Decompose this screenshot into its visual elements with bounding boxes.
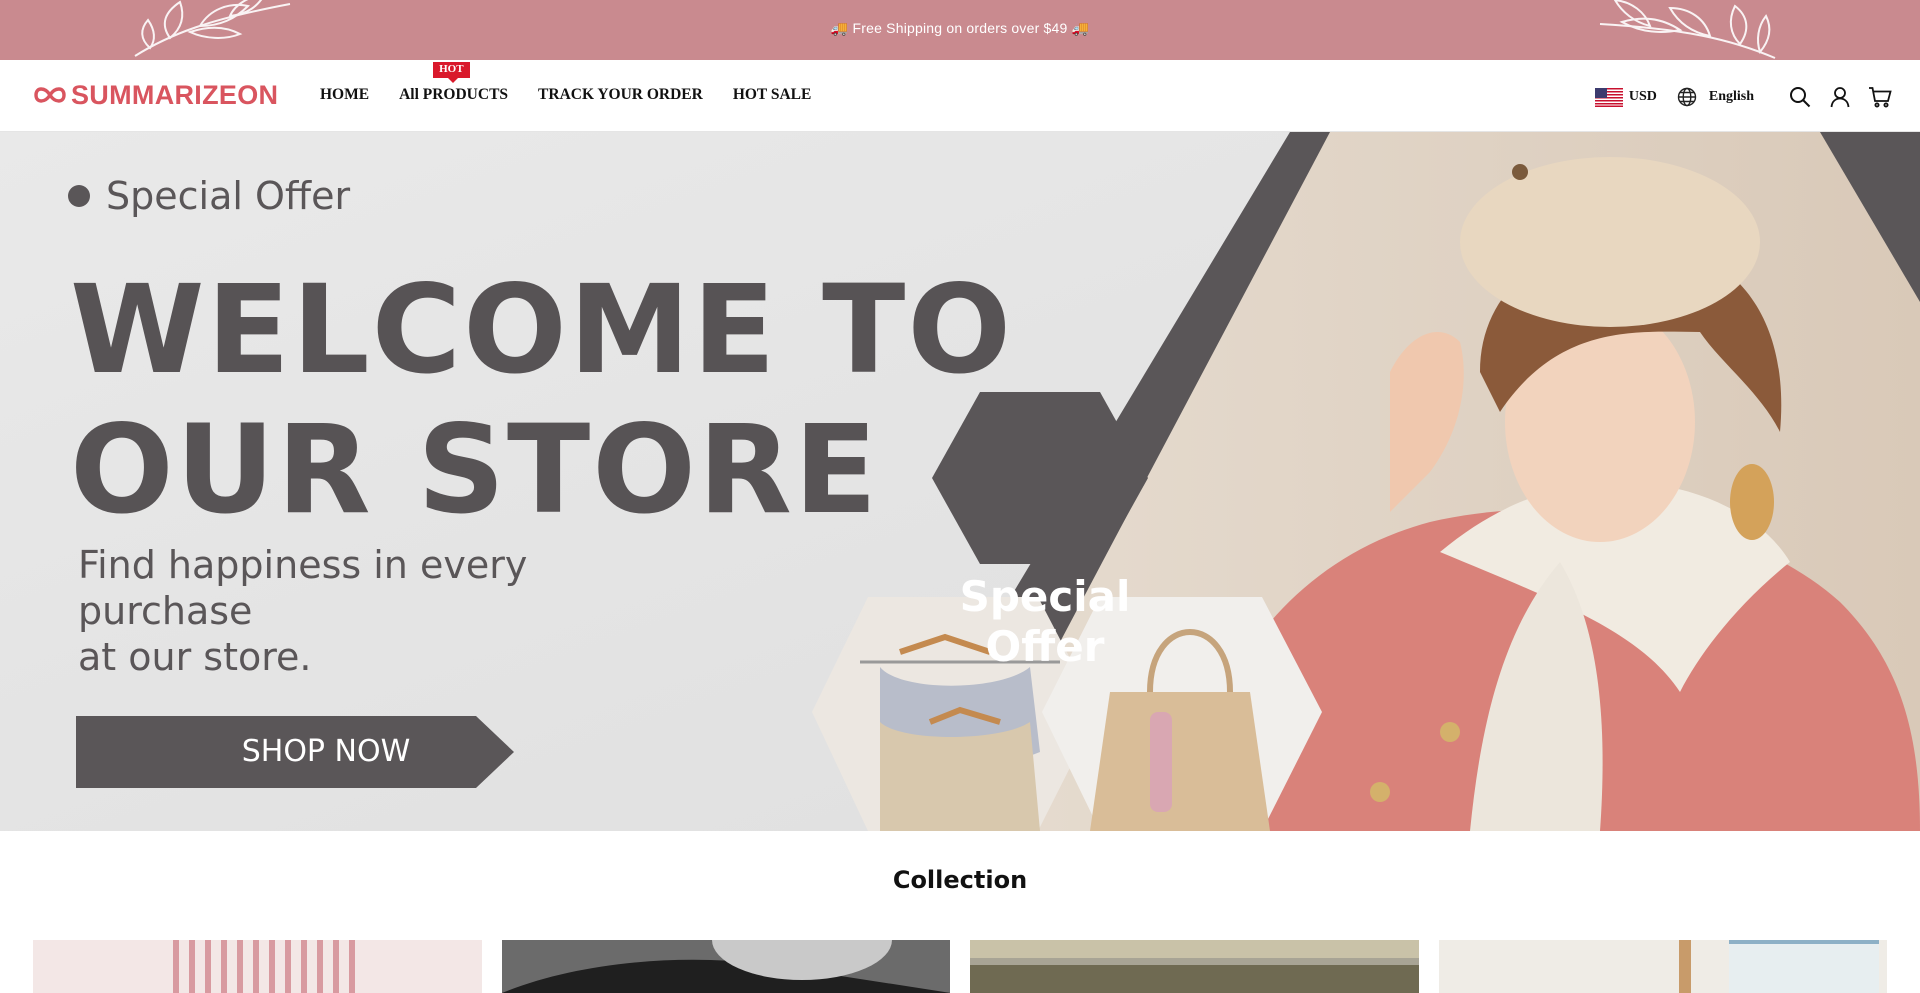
nav-all-products[interactable]: HOT All PRODUCTS [399,62,509,104]
cart-button[interactable] [1868,85,1892,109]
collection-grid [33,940,1887,993]
currency-selector[interactable]: USD [1594,87,1657,107]
special-offer-hex: Special Offer [945,572,1145,672]
account-icon [1830,87,1850,108]
hero-subtitle-line2: at our store. [78,635,312,679]
language-selector[interactable]: English [1677,87,1754,107]
main-nav: HOME HOT All PRODUCTS TRACK YOUR ORDER H… [320,62,841,104]
hero-title: WELCOME TO OUR STORE [70,260,1013,540]
us-flag-icon [1594,87,1623,107]
collection-card-green-leaves[interactable] [1438,940,1887,993]
search-button[interactable] [1788,85,1812,109]
hex-line1: Special [959,572,1131,621]
announcement-bar: 🚚 Free Shipping on orders over $49 🚚 [0,0,1920,60]
shop-now-button[interactable]: SHOP NOW [76,716,514,788]
leaf-decoration-icon [1599,0,1776,59]
outdoor-image [970,940,1419,993]
nav-all-products-label: All PRODUCTS [399,86,509,103]
collection-card-dark-apparel[interactable] [501,940,950,993]
dark-apparel-image [501,940,950,993]
special-offer-tag: Special Offer [68,174,350,218]
hero-title-line2: OUR STORE [70,399,880,541]
nav-home[interactable]: HOME [320,86,369,104]
collection-card-outdoor[interactable] [970,940,1419,993]
green-leaves-image [1438,940,1887,993]
striped-shirt-image [33,940,482,993]
hero-banner[interactable]: Special Offer WELCOME TO OUR STORE Find … [0,132,1920,831]
language-label: English [1708,89,1754,104]
hot-badge: HOT [433,62,470,83]
globe-icon [1677,87,1697,107]
collection-heading: Collection [892,866,1028,894]
infinity-logo-icon [34,87,66,103]
header-actions: USD English [1594,82,1892,112]
currency-label: USD [1628,89,1657,104]
nav-hot-sale[interactable]: HOT SALE [733,86,812,104]
collection-card-striped-shirt[interactable] [33,940,482,993]
account-button[interactable] [1828,85,1852,109]
store-logo[interactable]: SUMMARIZEON [33,80,278,110]
hex-line2: Offer [985,622,1105,671]
site-header: SUMMARIZEON HOME HOT All PRODUCTS TRACK … [0,60,1920,132]
shop-now-label: SHOP NOW [241,734,411,769]
logo-text: SUMMARIZEON [71,79,279,110]
hero-title-line1: WELCOME TO [70,259,1014,401]
hero-subtitle-line1: Find happiness in every purchase [78,543,528,633]
hero-subtitle: Find happiness in every purchase at our … [78,542,698,680]
special-offer-text: Special Offer [106,174,351,218]
bullet-dot [68,185,90,207]
nav-track-order[interactable]: TRACK YOUR ORDER [538,86,703,104]
cart-icon [1869,87,1892,108]
search-icon [1790,87,1811,108]
